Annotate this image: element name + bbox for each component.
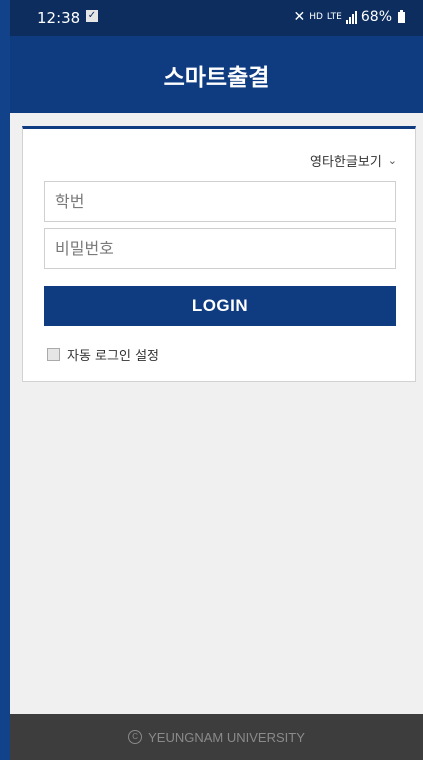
battery-icon bbox=[398, 9, 405, 23]
status-bar: 12:38 ✓ ✕ HD LTE 68% bbox=[10, 0, 423, 36]
auto-login-label: 자동 로그인 설정 bbox=[67, 349, 159, 364]
check-box-icon: ✓ bbox=[86, 10, 98, 22]
footer: C YEUNGNAM UNIVERSITY bbox=[10, 714, 423, 760]
app-bar: 스마트출결 bbox=[10, 36, 423, 113]
hd-label: HD bbox=[309, 11, 323, 22]
lte-label: LTE bbox=[326, 11, 342, 22]
battery-text: 68% bbox=[360, 9, 392, 25]
language-toggle[interactable]: 영타한글보기 ⌄ bbox=[310, 151, 397, 170]
login-card: 영타한글보기 ⌄ LOGIN 자동 로그인 설정 bbox=[22, 126, 416, 382]
status-icons: ✕ HD LTE 68% bbox=[293, 9, 405, 25]
copyright-icon: C bbox=[128, 730, 143, 744]
status-time: 12:38 bbox=[37, 9, 81, 27]
app-title: 스마트출결 bbox=[163, 64, 270, 91]
student-id-input[interactable] bbox=[44, 181, 396, 222]
auto-login-checkbox[interactable] bbox=[47, 348, 60, 361]
login-button[interactable]: LOGIN bbox=[44, 286, 396, 326]
signal-icon bbox=[345, 10, 357, 24]
phone-screen: 12:38 ✓ ✕ HD LTE 68% 스마트출결 영타한글보기 ⌄ LOGI… bbox=[10, 0, 423, 760]
footer-text: YEUNGNAM UNIVERSITY bbox=[148, 729, 305, 745]
mute-vibrate-icon: ✕ bbox=[293, 9, 306, 25]
chevron-down-icon: ⌄ bbox=[387, 154, 397, 167]
password-input[interactable] bbox=[44, 228, 396, 269]
auto-login-option[interactable]: 자동 로그인 설정 bbox=[47, 345, 159, 364]
language-toggle-label: 영타한글보기 bbox=[310, 155, 382, 170]
